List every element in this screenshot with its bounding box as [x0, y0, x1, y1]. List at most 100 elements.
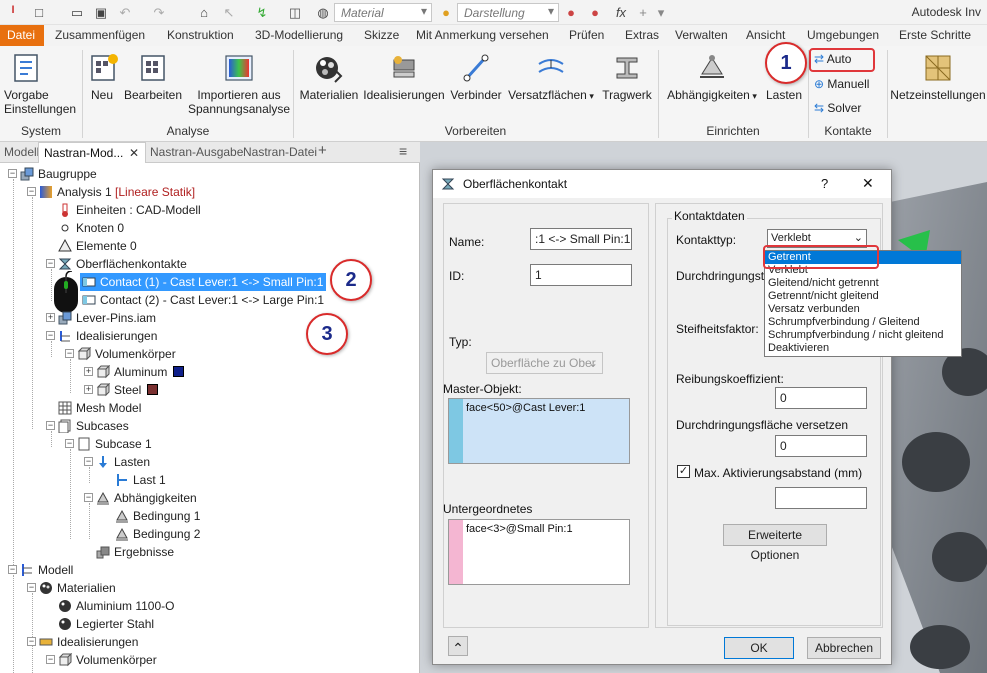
tree-node-materialien[interactable]: − Materialien [27, 579, 116, 597]
tree-node-steel[interactable]: + Steel [84, 381, 159, 399]
collapse-icon[interactable]: − [46, 259, 55, 268]
help-button[interactable]: ? [821, 176, 828, 191]
dropdown-option[interactable]: Gleitend/nicht getrennt [765, 277, 961, 290]
import-stress-button[interactable]: Importieren aus Spannungsanalyse [188, 52, 290, 116]
new-file-icon[interactable]: □ [30, 4, 48, 21]
tree-node-alu1100[interactable]: Aluminium 1100-O [46, 597, 174, 615]
clear-appearance-icon[interactable]: ● [586, 4, 604, 21]
max-checkbox[interactable]: ✓ [677, 465, 690, 478]
reibung-field[interactable]: 0 [775, 387, 867, 409]
tree-node-subcase1[interactable]: − Subcase 1 [65, 435, 152, 453]
collapse-icon[interactable]: − [27, 187, 36, 196]
dropdown-option[interactable]: Getrennt/nicht gleitend [765, 290, 961, 303]
expand-icon[interactable]: + [46, 313, 55, 322]
tab-mit-anmerkung[interactable]: Mit Anmerkung versehen [416, 28, 549, 42]
tree-node-legierter[interactable]: Legierter Stahl [46, 615, 154, 633]
tree-node-elemente[interactable]: Elemente 0 [46, 237, 137, 255]
tab-extras[interactable]: Extras [625, 28, 659, 42]
material-selector[interactable]: Material ▾ [334, 3, 432, 22]
tab-konstruktion[interactable]: Konstruktion [167, 28, 234, 42]
tab-3d-modellierung[interactable]: 3D-Modellierung [255, 28, 343, 42]
advanced-options-button[interactable]: Erweiterte Optionen [723, 524, 827, 562]
materials-button[interactable]: Materialien [298, 52, 360, 102]
chevron-down-icon[interactable]: ▾ [652, 4, 670, 21]
sub-object-box[interactable]: face<3>@Small Pin:1 [448, 519, 630, 585]
solver-button[interactable]: ⇆ Solver [814, 101, 884, 115]
fx-icon[interactable]: fx [612, 4, 630, 21]
app-logo-icon[interactable]: I [4, 2, 22, 22]
collapse-icon[interactable]: − [27, 583, 36, 592]
tree-node-mesh[interactable]: Mesh Model [46, 399, 141, 417]
close-icon[interactable]: ✕ [129, 146, 139, 160]
dropdown-option[interactable]: Schrumpfverbindung / Gleitend [765, 316, 961, 329]
default-settings-button[interactable]: Vorgabe Einstellungen [4, 52, 76, 116]
open-folder-icon[interactable]: ▭ [68, 4, 86, 21]
tab-zusammenfuegen[interactable]: Zusammenfügen [55, 28, 145, 42]
save-icon[interactable]: ▣ [92, 4, 110, 21]
collapse-icon[interactable]: − [84, 457, 93, 466]
collapse-icon[interactable]: − [27, 637, 36, 646]
constraints-button[interactable]: Abhängigkeiten ▾ [664, 52, 760, 103]
collapse-icon[interactable]: − [46, 655, 55, 664]
tree-node-volumenkoerper2[interactable]: − Volumenkörper [46, 651, 157, 669]
tree-node-lever-pins[interactable]: + Lever-Pins.iam [46, 309, 156, 327]
redo-icon[interactable]: ↷ [150, 4, 168, 21]
connectors-button[interactable]: Verbinder [448, 52, 504, 102]
dropdown-option[interactable]: Deaktivieren [765, 342, 961, 355]
tree-node-bedingung1[interactable]: Bedingung 1 [103, 507, 200, 525]
tree-node-idealisierungen[interactable]: − Idealisierungen [46, 327, 157, 345]
tab-ansicht[interactable]: Ansicht [746, 28, 785, 42]
collapse-icon[interactable]: − [8, 169, 17, 178]
appearance-selector[interactable]: Darstellung ▾ [457, 3, 559, 22]
tree-node-last1[interactable]: Last 1 [103, 471, 166, 489]
tree-node-lasten[interactable]: − Lasten [84, 453, 150, 471]
tab-pruefen[interactable]: Prüfen [569, 28, 604, 42]
tree-node-contact2[interactable]: Contact (2) - Cast Lever:1 <-> Large Pin… [80, 291, 324, 309]
tab-verwalten[interactable]: Verwalten [675, 28, 728, 42]
max-field[interactable] [775, 487, 867, 509]
plus-icon[interactable]: + [634, 4, 652, 21]
measure-icon[interactable]: ◫ [286, 4, 304, 21]
expand-icon[interactable]: + [84, 385, 93, 394]
new-analysis-button[interactable]: Neu [88, 52, 118, 102]
close-button[interactable]: ✕ [862, 175, 874, 192]
master-object-box[interactable]: face<50>@Cast Lever:1 [448, 398, 630, 464]
tree-node-volumenkoerper[interactable]: − Volumenkörper [65, 345, 176, 363]
id-field[interactable]: 1 [530, 264, 632, 286]
collapse-icon[interactable]: − [8, 565, 17, 574]
home-icon[interactable]: ⌂ [195, 4, 213, 21]
update-icon[interactable]: ↯ [253, 4, 271, 21]
tab-umgebungen[interactable]: Umgebungen [807, 28, 879, 42]
select-icon[interactable]: ↖ [220, 4, 238, 21]
edit-analysis-button[interactable]: Bearbeiten [122, 52, 184, 102]
collapse-icon[interactable]: − [65, 349, 74, 358]
tab-nastran-modell[interactable]: Nastran-Mod... ✕ [38, 142, 146, 163]
dropdown-option[interactable]: Schrumpfverbindung / nicht gleitend [765, 329, 961, 342]
tab-modell[interactable]: Modell [4, 145, 39, 159]
dropdown-option[interactable]: Versatz verbunden [765, 303, 961, 316]
tab-nastran-datei[interactable]: Nastran-Datei [243, 145, 317, 159]
name-field[interactable]: :1 <-> Small Pin:1 [530, 228, 632, 250]
tab-skizze[interactable]: Skizze [364, 28, 399, 42]
menu-icon[interactable]: ≡ [399, 143, 407, 159]
offset-surfaces-button[interactable]: Versatzflächen ▾ [508, 52, 594, 103]
tree-node-einheiten[interactable]: Einheiten : CAD-Modell [46, 201, 201, 219]
collapse-icon[interactable]: − [84, 493, 93, 502]
add-tab-icon[interactable]: + [318, 142, 327, 159]
collapse-icon[interactable]: − [65, 439, 74, 448]
tree-node-analysis[interactable]: − Analysis 1 [Lineare Statik] [27, 183, 195, 201]
tree-node-subcases[interactable]: − Subcases [46, 417, 129, 435]
cancel-button[interactable]: Abbrechen [807, 637, 881, 659]
tree-node-abhaengigkeiten[interactable]: − Abhängigkeiten [84, 489, 197, 507]
tree-node-baugruppe[interactable]: − Baugruppe [8, 165, 97, 183]
tree-node-contact1[interactable]: Contact (1) - Cast Lever:1 <-> Small Pin… [80, 273, 327, 291]
collapse-icon[interactable]: − [46, 331, 55, 340]
ok-button[interactable]: OK [724, 637, 794, 659]
tab-erste-schritte[interactable]: Erste Schritte [899, 28, 971, 42]
expand-button[interactable]: ⌃ [448, 636, 468, 656]
tree-node-knoten[interactable]: Knoten 0 [46, 219, 124, 237]
adjust-icon[interactable]: ● [562, 4, 580, 21]
tree-node-bedingung2[interactable]: Bedingung 2 [103, 525, 200, 543]
versetzen-field[interactable]: 0 [775, 435, 867, 457]
tab-nastran-ausgabe[interactable]: Nastran-Ausgabe [150, 145, 243, 159]
